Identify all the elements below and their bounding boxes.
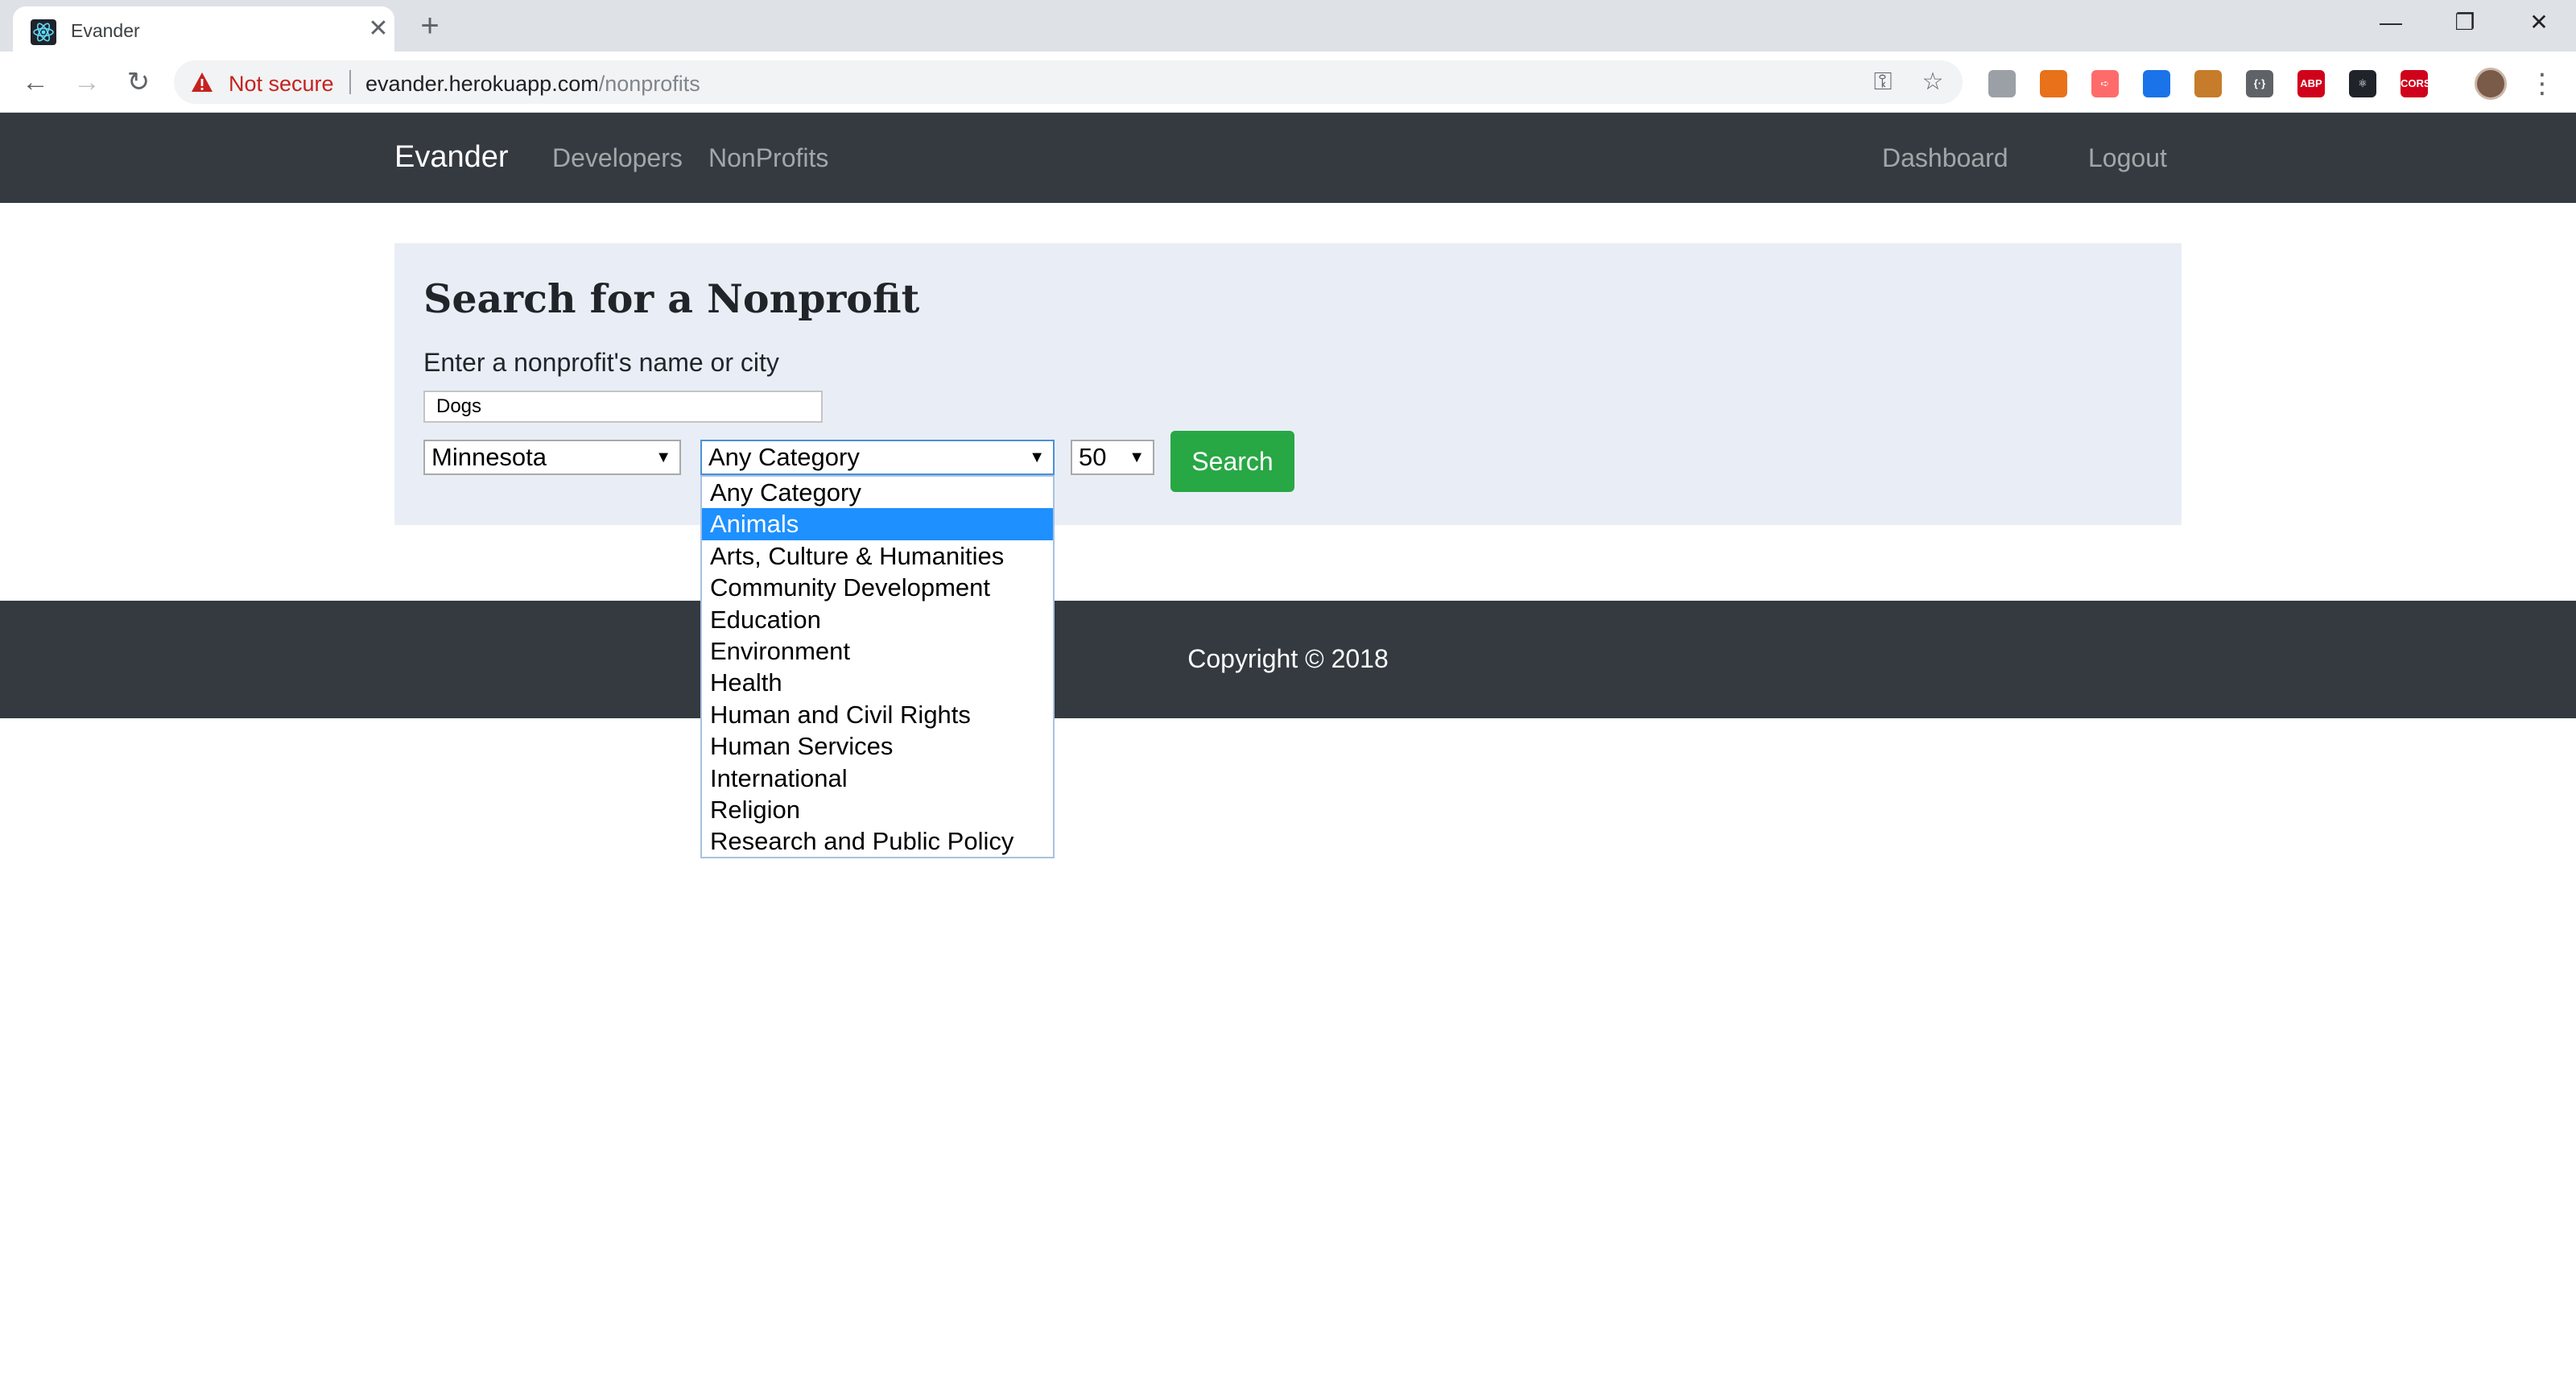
site-navbar: Evander Developers NonProfits Dashboard … [0, 113, 2576, 203]
tab-title: Evander [71, 20, 140, 41]
url-text[interactable]: evander.herokuapp.com/nonprofits [365, 72, 700, 97]
search-label: Enter a nonprofit's name or city [423, 348, 779, 377]
nonprofit-name-input[interactable] [423, 391, 823, 423]
omnibox-divider [349, 70, 351, 94]
site-footer: Copyright © 2018 [0, 601, 2576, 718]
bookmark-star-icon[interactable]: ☆ [1919, 68, 1946, 96]
ruler-extension-icon[interactable] [2194, 70, 2222, 97]
brand-link[interactable]: Evander [394, 140, 509, 175]
category-option[interactable]: Human Services [702, 730, 1053, 762]
profile-avatar[interactable] [2475, 68, 2507, 100]
category-select-value: Any Category [708, 443, 860, 471]
browser-menu-icon[interactable]: ⋮ [2526, 68, 2558, 100]
state-select[interactable]: Minnesota ▼ [423, 440, 681, 475]
forward-icon[interactable]: → [68, 63, 106, 101]
category-option[interactable]: International [702, 763, 1053, 794]
nav-link-nonprofits[interactable]: NonProfits [708, 143, 828, 173]
dropdown-arrow-icon: ▼ [655, 449, 671, 466]
browser-tab[interactable]: Evander ✕ [13, 6, 394, 52]
reload-icon[interactable]: ↻ [119, 63, 158, 101]
category-option[interactable]: Community Development [702, 572, 1053, 603]
nav-link-logout[interactable]: Logout [2088, 143, 2167, 173]
arrow-extension-icon[interactable]: ➪ [2091, 70, 2119, 97]
chat-extension-icon[interactable] [1988, 70, 2016, 97]
address-bar[interactable]: Not secure evander.herokuapp.com/nonprof… [174, 60, 1963, 104]
category-dropdown-list: Any Category Animals Arts, Culture & Human… [700, 475, 1055, 858]
category-option[interactable]: Religion [702, 794, 1053, 825]
window-close-icon[interactable]: ✕ [2515, 5, 2563, 40]
search-panel: Search for a Nonprofit Enter a nonprofit… [394, 243, 2182, 525]
new-tab-icon[interactable]: + [414, 10, 446, 42]
browser-tab-bar: Evander ✕ + — ❐ ✕ [0, 0, 2576, 52]
category-option[interactable]: Arts, Culture & Humanities [702, 540, 1053, 572]
url-path: /nonprofits [598, 72, 700, 96]
window-minimize-icon[interactable]: — [2367, 5, 2415, 40]
category-option[interactable]: Human and Civil Rights [702, 699, 1053, 730]
limit-select[interactable]: 50 ▼ [1071, 440, 1154, 475]
category-option[interactable]: Research and Public Policy [702, 825, 1053, 857]
copyright-text: Copyright © 2018 [1187, 644, 1389, 673]
eyedropper-extension-icon[interactable] [2143, 70, 2170, 97]
dropdown-arrow-icon: ▼ [1129, 449, 1145, 466]
category-option[interactable]: Education [702, 604, 1053, 635]
category-option[interactable]: Any Category [702, 477, 1053, 508]
security-status[interactable]: Not secure [229, 72, 334, 97]
react-favicon-icon [31, 19, 56, 45]
warning-icon [192, 72, 213, 92]
dropdown-arrow-icon: ▼ [1029, 449, 1045, 466]
react-extension-icon[interactable]: ⚛ [2349, 70, 2376, 97]
grid-extension-icon[interactable] [2040, 70, 2067, 97]
cors-extension-icon[interactable]: CORS [2401, 70, 2431, 97]
search-button[interactable]: Search [1170, 431, 1294, 492]
limit-select-value: 50 [1079, 443, 1107, 471]
json-extension-icon[interactable]: {·} [2246, 70, 2273, 97]
page-title: Search for a Nonprofit [423, 275, 920, 322]
nav-link-developers[interactable]: Developers [552, 143, 683, 173]
category-option[interactable]: Health [702, 667, 1053, 698]
state-select-value: Minnesota [431, 443, 547, 471]
category-select[interactable]: Any Category ▼ [700, 440, 1055, 475]
url-host: evander.herokuapp.com [365, 72, 599, 96]
back-icon[interactable]: ← [16, 63, 55, 101]
category-option[interactable]: Animals [702, 508, 1053, 540]
nav-link-dashboard[interactable]: Dashboard [1882, 143, 2008, 173]
window-restore-icon[interactable]: ❐ [2441, 5, 2489, 40]
abp-extension-icon[interactable]: ABP [2297, 70, 2325, 97]
key-icon[interactable]: ⚿ [1869, 68, 1897, 96]
category-option[interactable]: Environment [702, 635, 1053, 667]
tab-close-icon[interactable]: ✕ [364, 14, 393, 43]
browser-toolbar: ← → ↻ Not secure evander.herokuapp.com/n… [0, 52, 2576, 113]
